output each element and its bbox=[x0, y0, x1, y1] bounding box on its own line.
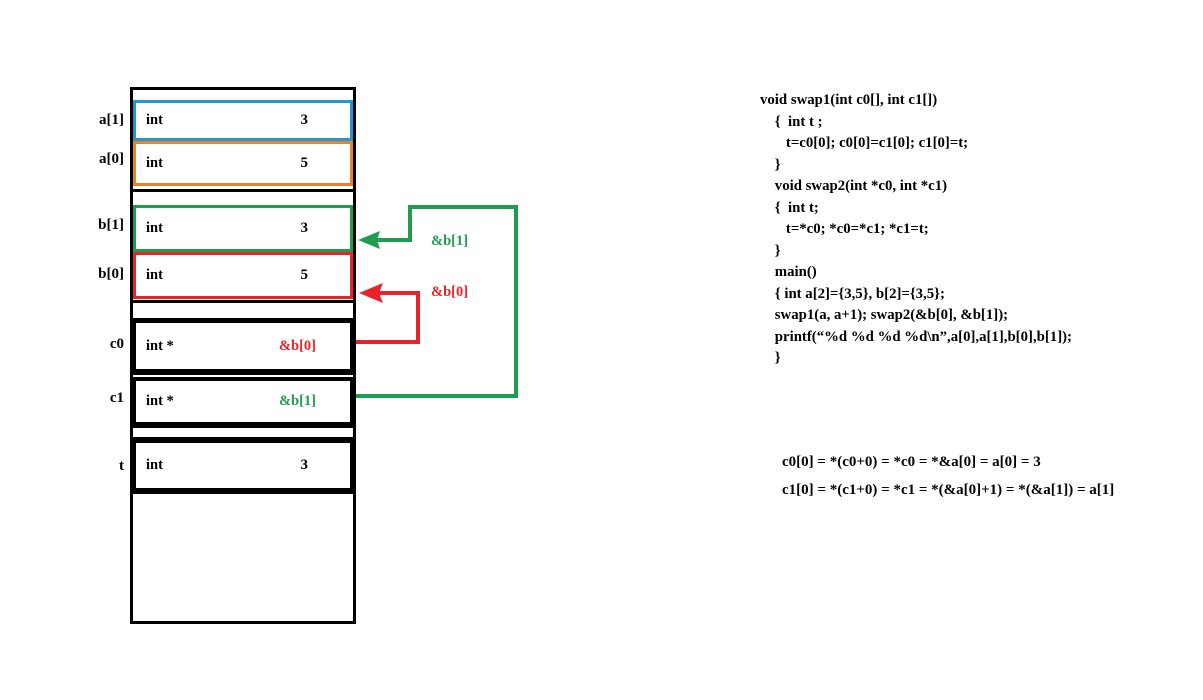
memory-cell-t-value: 3 bbox=[300, 457, 309, 473]
code-line: printf(“%d %d %d %d\n”,a[0],a[1],b[0],b[… bbox=[760, 328, 1072, 345]
separator-c1-t-top bbox=[131, 425, 355, 428]
memory-cell-c1-type: int * bbox=[146, 393, 174, 409]
separator-a-b bbox=[131, 189, 355, 192]
equation-list: c0[0] = *(c0+0) = *c0 = *&a[0] = a[0] = … bbox=[782, 448, 1202, 504]
pointer-label-b1: &b[1] bbox=[431, 233, 469, 249]
equation-line-c0: c0[0] = *(c0+0) = *c0 = *&a[0] = a[0] = … bbox=[782, 454, 1041, 470]
row-label-c0: c0 bbox=[109, 336, 124, 352]
memory-cell-b0: int 5 bbox=[133, 252, 353, 299]
code-listing: void swap1(int c0[], int c1[]) { int t ;… bbox=[760, 90, 1200, 370]
memory-cell-b0-type: int bbox=[146, 267, 163, 283]
code-line: { int t; bbox=[760, 199, 819, 216]
memory-cell-b1-value: 3 bbox=[300, 220, 309, 236]
code-line: void swap2(int *c0, int *c1) bbox=[760, 178, 948, 194]
code-line: main() bbox=[760, 264, 817, 280]
code-line: } bbox=[760, 242, 781, 259]
row-label-b1: b[1] bbox=[98, 217, 124, 233]
equation-line-c1: c1[0] = *(c1+0) = *c1 = *(&a[0]+1) = *(&… bbox=[782, 482, 1115, 498]
memory-cell-c1-value: &b[1] bbox=[278, 393, 316, 409]
memory-cell-b1-type: int bbox=[146, 220, 163, 236]
memory-cell-b0-value: 5 bbox=[300, 267, 309, 283]
memory-cell-c0-type: int * bbox=[146, 337, 174, 354]
memory-diagram: a[1] a[0] b[1] b[0] c0 c1 t int 3 int 5 … bbox=[0, 0, 600, 700]
memory-cell-c0-value: &b[0] bbox=[278, 337, 316, 354]
separator-t-bottom bbox=[131, 491, 355, 494]
memory-cell-c0: int * &b[0] bbox=[133, 320, 353, 372]
memory-cell-b1: int 3 bbox=[133, 205, 353, 252]
code-line: swap1(a, a+1); swap2(&b[0], &b[1]); bbox=[760, 307, 1009, 323]
row-label-a1: a[1] bbox=[99, 112, 124, 128]
separator-b-c0-top bbox=[131, 300, 355, 303]
row-label-t: t bbox=[119, 458, 124, 474]
memory-cell-a0: int 5 bbox=[133, 141, 353, 186]
pointer-label-b0: &b[0] bbox=[431, 284, 469, 300]
row-label-c1: c1 bbox=[109, 390, 124, 406]
row-label-a0: a[0] bbox=[99, 151, 124, 167]
memory-cell-a0-type: int bbox=[146, 155, 163, 171]
code-line: } bbox=[760, 350, 781, 366]
code-line: void swap1(int c0[], int c1[]) bbox=[760, 92, 938, 108]
memory-cell-t: int 3 bbox=[133, 440, 353, 491]
code-line: { int t ; bbox=[760, 113, 823, 130]
separator-c0-c1-top bbox=[131, 372, 355, 375]
code-line: t=*c0; *c0=*c1; *c1=t; bbox=[760, 221, 929, 237]
memory-cell-a1: int 3 bbox=[133, 100, 353, 141]
memory-cell-a1-value: 3 bbox=[300, 112, 309, 128]
code-line: t=c0[0]; c0[0]=c1[0]; c1[0]=t; bbox=[760, 135, 969, 151]
memory-cell-a0-value: 5 bbox=[300, 155, 309, 171]
memory-cell-a1-type: int bbox=[146, 112, 163, 128]
code-line: } bbox=[760, 156, 781, 173]
code-line: { int a[2]={3,5}, b[2]={3,5}; bbox=[760, 285, 945, 302]
memory-cell-c1: int * &b[1] bbox=[133, 378, 353, 425]
memory-cell-t-type: int bbox=[146, 457, 163, 473]
row-label-b0: b[0] bbox=[98, 266, 124, 282]
pointer-arrow-red-b0 bbox=[356, 283, 420, 344]
